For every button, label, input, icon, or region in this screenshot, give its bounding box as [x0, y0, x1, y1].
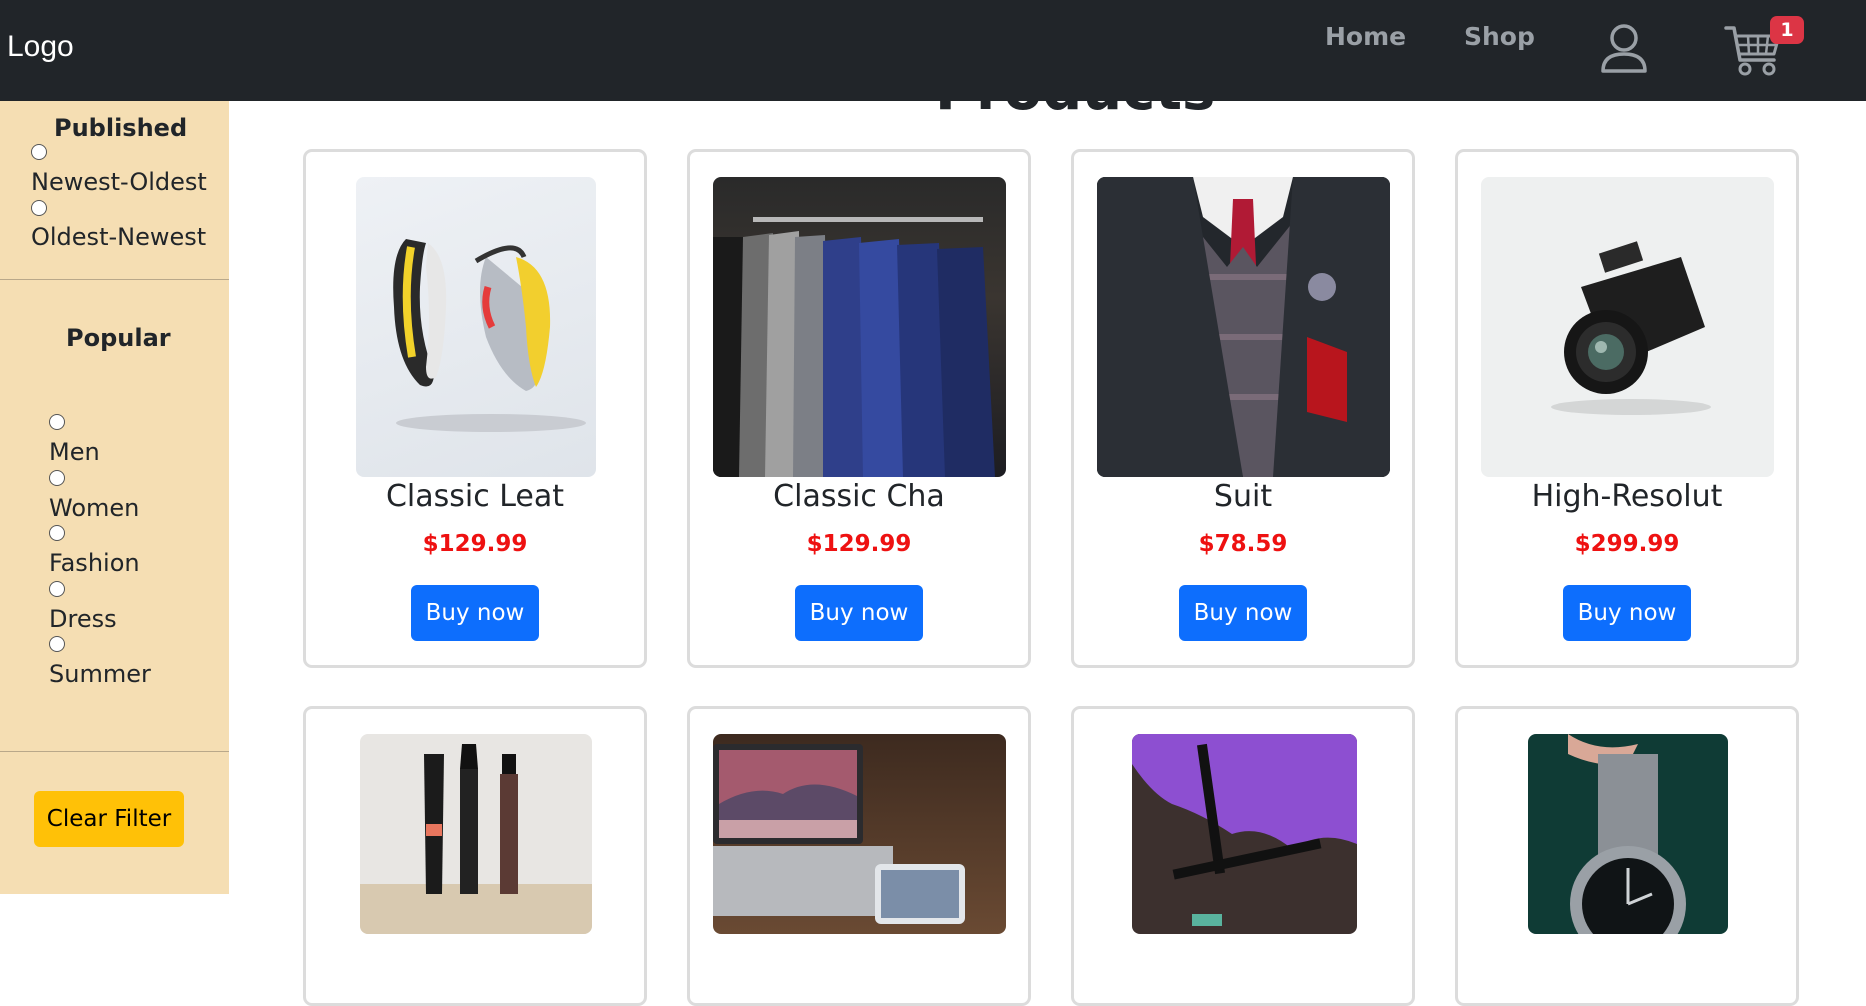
product-name: Classic Cha: [773, 479, 945, 514]
option-newest-oldest-label: Newest-Oldest: [31, 168, 207, 196]
clear-filter-button[interactable]: Clear Filter: [34, 791, 184, 847]
product-name: Classic Leat: [385, 479, 565, 514]
option-men-label: Men: [49, 438, 100, 466]
suit-image-icon: [1097, 177, 1390, 477]
option-dress-label: Dress: [49, 605, 117, 633]
product-image[interactable]: [1528, 734, 1728, 934]
nav-home-link[interactable]: Home: [1325, 22, 1406, 51]
sidebar-divider: [0, 751, 229, 752]
product-card: [303, 706, 647, 1006]
product-card: Suit $78.59 Buy now: [1071, 149, 1415, 668]
option-women-label: Women: [49, 494, 140, 522]
product-image[interactable]: [1097, 177, 1390, 477]
cosmetics-image-icon: [360, 744, 592, 934]
buy-now-button[interactable]: Buy now: [411, 585, 539, 641]
product-card: [1455, 706, 1799, 1006]
user-icon[interactable]: [1598, 22, 1650, 74]
jackets-image-icon: [713, 217, 995, 477]
product-price: $129.99: [422, 531, 528, 557]
product-name: Suit: [1213, 479, 1273, 514]
popular-heading: Popular: [66, 324, 171, 352]
radio-men[interactable]: [49, 414, 65, 430]
product-name: High-Resolut: [1531, 479, 1723, 514]
buy-now-button[interactable]: Buy now: [1563, 585, 1691, 641]
sneaker-image-icon: [393, 239, 586, 432]
laptop-image-icon: [713, 744, 965, 924]
product-price: $78.59: [1198, 531, 1288, 557]
product-price: $299.99: [1574, 531, 1680, 557]
product-card: Classic Cha $129.99 Buy now: [687, 149, 1031, 668]
radio-fashion[interactable]: [49, 525, 65, 541]
camera-image-icon: [1551, 241, 1711, 415]
logo[interactable]: Logo: [7, 30, 74, 64]
option-oldest-newest-label: Oldest-Newest: [31, 223, 207, 251]
product-image[interactable]: [360, 734, 592, 934]
product-image[interactable]: [1481, 177, 1774, 477]
published-heading: Published: [54, 114, 188, 142]
product-image[interactable]: [713, 734, 1006, 934]
top-navbar: Logo Home Shop 1: [0, 0, 1866, 101]
option-fashion-label: Fashion: [49, 549, 140, 577]
product-card: High-Resolut $299.99 Buy now: [1455, 149, 1799, 668]
product-image[interactable]: [1132, 734, 1357, 934]
radio-summer[interactable]: [49, 636, 65, 652]
cart-count-badge: 1: [1770, 16, 1804, 44]
product-image[interactable]: [713, 177, 1006, 477]
buy-now-button[interactable]: Buy now: [795, 585, 923, 641]
radio-oldest-newest[interactable]: [31, 200, 47, 216]
product-image[interactable]: [356, 177, 596, 477]
product-price: $129.99: [806, 531, 912, 557]
nav-shop-link[interactable]: Shop: [1464, 22, 1535, 51]
buy-now-button[interactable]: Buy now: [1179, 585, 1307, 641]
sidebar-divider: [0, 279, 229, 280]
radio-dress[interactable]: [49, 581, 65, 597]
radio-newest-oldest[interactable]: [31, 144, 47, 160]
option-summer-label: Summer: [49, 660, 151, 688]
product-card: [687, 706, 1031, 1006]
watch-image-icon: [1568, 734, 1686, 934]
filter-sidebar: Published Newest-Oldest Oldest-Newest Po…: [0, 101, 229, 894]
radio-women[interactable]: [49, 470, 65, 486]
product-card: [1071, 706, 1415, 1006]
pens-image-icon: [1132, 734, 1357, 926]
product-card: Classic Leat $129.99 Buy now: [303, 149, 647, 668]
